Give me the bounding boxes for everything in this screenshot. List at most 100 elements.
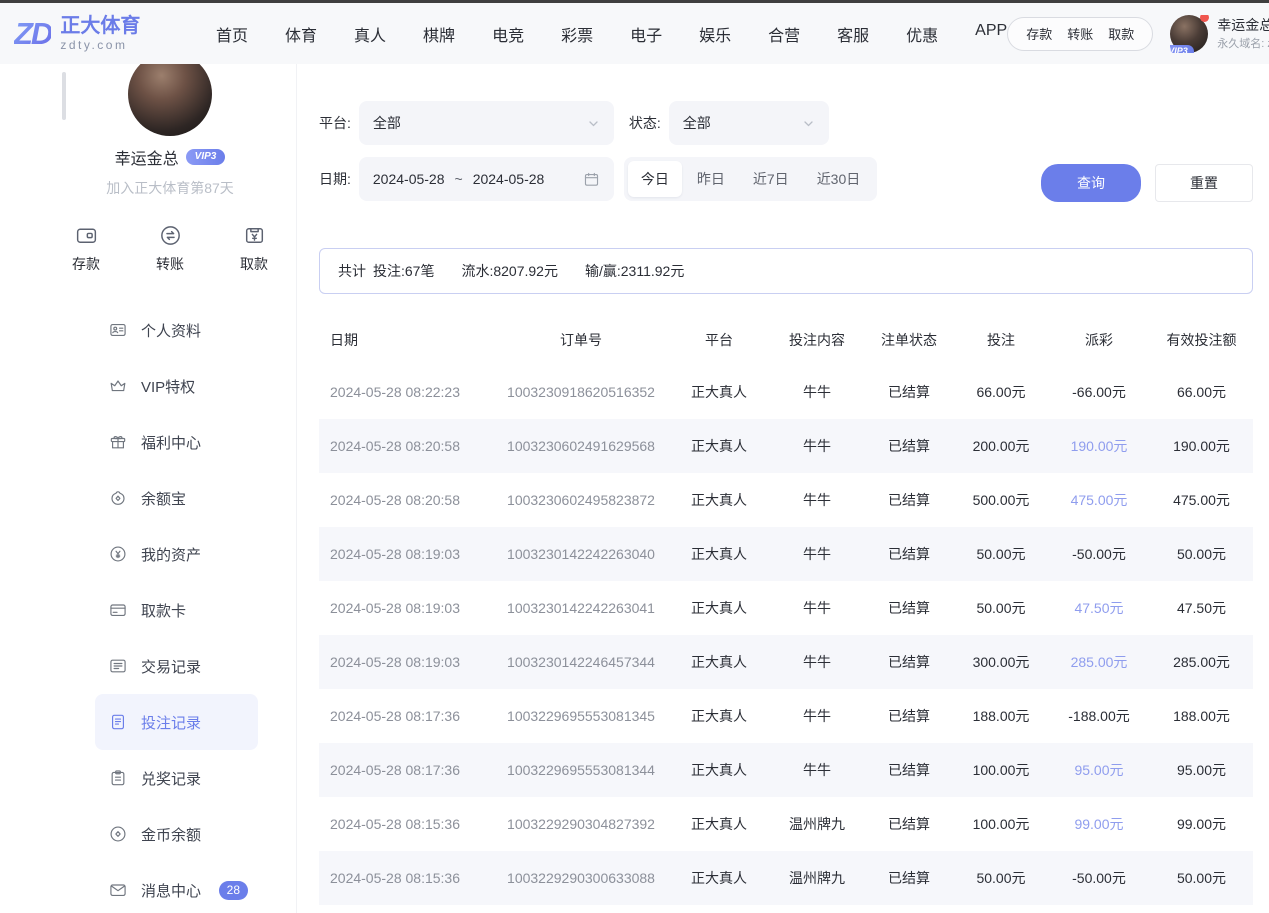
status-label: 状态: [629,113,661,133]
cell-order-number: 1003230602495823872 [495,492,667,508]
sidebar-item-4[interactable]: 我的资产 [95,526,258,582]
table-row[interactable]: 2024-05-28 08:15:36 1003229290300633088 … [319,851,1253,905]
avatar[interactable]: VIP3 [1170,15,1208,53]
main-content: 平台: 全部 状态: 全部 日期: 2024-0 [297,64,1269,913]
user-block[interactable]: VIP3 幸运金总总 永久域名: zdty [1170,15,1269,53]
sidebar-scrollbar[interactable] [62,72,66,120]
nav-item-0[interactable]: 首页 [216,22,248,46]
wallet-pill-item[interactable]: 转账 [1067,24,1093,43]
permanent-domain-note: 永久域名: zdty [1217,37,1269,52]
user-name: 幸运金总总 [1217,16,1269,35]
sidebar-item-8[interactable]: 兑奖记录 [95,750,258,806]
table-row[interactable]: 2024-05-28 08:17:36 1003229695553081344 … [319,743,1253,797]
sidebar-item-10[interactable]: 消息中心 28 [95,862,258,913]
nav-item-1[interactable]: 体育 [285,22,317,46]
profile-avatar[interactable] [128,64,212,136]
date-range-option[interactable]: 昨日 [684,161,738,197]
cell-order-number: 1003229290304827392 [495,816,667,832]
cell-status: 已结算 [863,760,955,780]
nav-item-7[interactable]: 娱乐 [699,22,731,46]
sidebar-item-2[interactable]: 福利中心 [95,414,258,470]
notification-dot [1200,15,1209,22]
cell-payout: -66.00元 [1047,382,1151,402]
sidebar-item-5[interactable]: 取款卡 [95,582,258,638]
nav-item-9[interactable]: 客服 [837,22,869,46]
nav-item-6[interactable]: 电子 [630,22,662,46]
site-logo[interactable]: ZD 正大体育 zdty.com [14,15,192,52]
cell-payout: 95.00元 [1047,760,1151,780]
main-nav: 首页 体育 真人 棋牌 电竞 彩票 电子 娱乐 合营 客服 优惠 APP [216,22,1007,46]
table-row[interactable]: 2024-05-28 08:19:03 1003230142242263041 … [319,581,1253,635]
wallet-pill-item[interactable]: 取款 [1108,24,1134,43]
coin-purse-icon [108,488,128,508]
table-row[interactable]: 2024-05-28 08:20:58 1003230602495823872 … [319,473,1253,527]
cell-bet-amount: 50.00元 [955,598,1047,618]
date-range-picker[interactable]: 2024-05-28 ~ 2024-05-28 [359,157,614,201]
nav-item-4[interactable]: 电竞 [492,22,524,46]
cell-payout: -50.00元 [1047,868,1151,888]
cell-date: 2024-05-28 08:17:36 [319,762,495,778]
quick-action[interactable]: 取款 [240,223,268,274]
cell-date: 2024-05-28 08:19:03 [319,546,495,562]
transfer-icon [158,223,183,248]
cell-valid-amount: 50.00元 [1151,544,1252,564]
cell-platform: 正大真人 [667,706,771,726]
logo-icon: ZD [14,16,51,52]
sidebar-item-7[interactable]: 投注记录 [95,694,258,750]
table-row[interactable]: 2024-05-28 08:15:36 1003229290304827392 … [319,797,1253,851]
wallet-icon [74,223,99,248]
status-select[interactable]: 全部 [669,101,829,145]
calendar-icon [583,171,600,188]
date-range-option[interactable]: 近7日 [740,161,802,197]
nav-item-10[interactable]: 优惠 [906,22,938,46]
cell-platform: 正大真人 [667,598,771,618]
sidebar-item-3[interactable]: 余额宝 [95,470,258,526]
nav-item-5[interactable]: 彩票 [561,22,593,46]
table-header-cell: 注单状态 [863,330,955,350]
date-start: 2024-05-28 [373,171,445,187]
nav-item-2[interactable]: 真人 [354,22,386,46]
cell-date: 2024-05-28 08:15:36 [319,816,495,832]
cell-bet-amount: 50.00元 [955,544,1047,564]
summary-bets: 投注:67笔 [373,261,434,281]
nav-item-3[interactable]: 棋牌 [423,22,455,46]
cell-bet-amount: 188.00元 [955,706,1047,726]
cell-status: 已结算 [863,598,955,618]
cell-order-number: 1003229290300633088 [495,870,667,886]
cell-order-number: 1003229695553081345 [495,708,667,724]
sidebar-item-6[interactable]: 交易记录 [95,638,258,694]
id-card-icon [108,320,128,340]
search-button[interactable]: 查询 [1041,164,1141,202]
cell-bet-content: 牛牛 [771,436,863,456]
reset-button[interactable]: 重置 [1155,164,1253,202]
quick-action[interactable]: 存款 [72,223,100,274]
assets-icon [108,544,128,564]
logo-domain: zdty.com [60,39,140,52]
nav-item-11[interactable]: APP [975,22,1007,46]
table-row[interactable]: 2024-05-28 08:19:03 1003230142246457344 … [319,635,1253,689]
table-row[interactable]: 2024-05-28 08:22:23 1003230918620516352 … [319,365,1253,419]
sidebar-item-0[interactable]: 个人资料 [95,302,258,358]
platform-select[interactable]: 全部 [359,101,614,145]
transaction-icon [108,656,128,676]
table-row[interactable]: 2024-05-28 08:20:58 1003230602491629568 … [319,419,1253,473]
wallet-pill-item[interactable]: 存款 [1026,24,1052,43]
date-range-option[interactable]: 今日 [628,161,682,197]
sidebar-item-1[interactable]: VIP特权 [95,358,258,414]
join-days-text: 加入正大体育第87天 [64,178,276,198]
date-range-option[interactable]: 近30日 [804,161,874,197]
table-row[interactable]: 2024-05-28 08:17:36 1003229695553081345 … [319,689,1253,743]
chevron-down-icon [587,117,600,130]
cell-bet-amount: 66.00元 [955,382,1047,402]
sidebar: 幸运金总 VIP3 加入正大体育第87天 存款 转账 取款 个人资料 VIP特权… [0,64,297,913]
unread-count-badge: 28 [219,881,248,900]
profile-name-row: 幸运金总 VIP3 [64,145,276,169]
sidebar-item-9[interactable]: 金币余额 [95,806,258,862]
vip-badge: VIP3 [186,149,226,165]
nav-item-8[interactable]: 合营 [768,22,800,46]
cell-bet-amount: 300.00元 [955,652,1047,672]
table-row[interactable]: 2024-05-28 08:19:03 1003230142242263040 … [319,527,1253,581]
date-end: 2024-05-28 [473,171,545,187]
cell-platform: 正大真人 [667,436,771,456]
quick-action[interactable]: 转账 [156,223,184,274]
